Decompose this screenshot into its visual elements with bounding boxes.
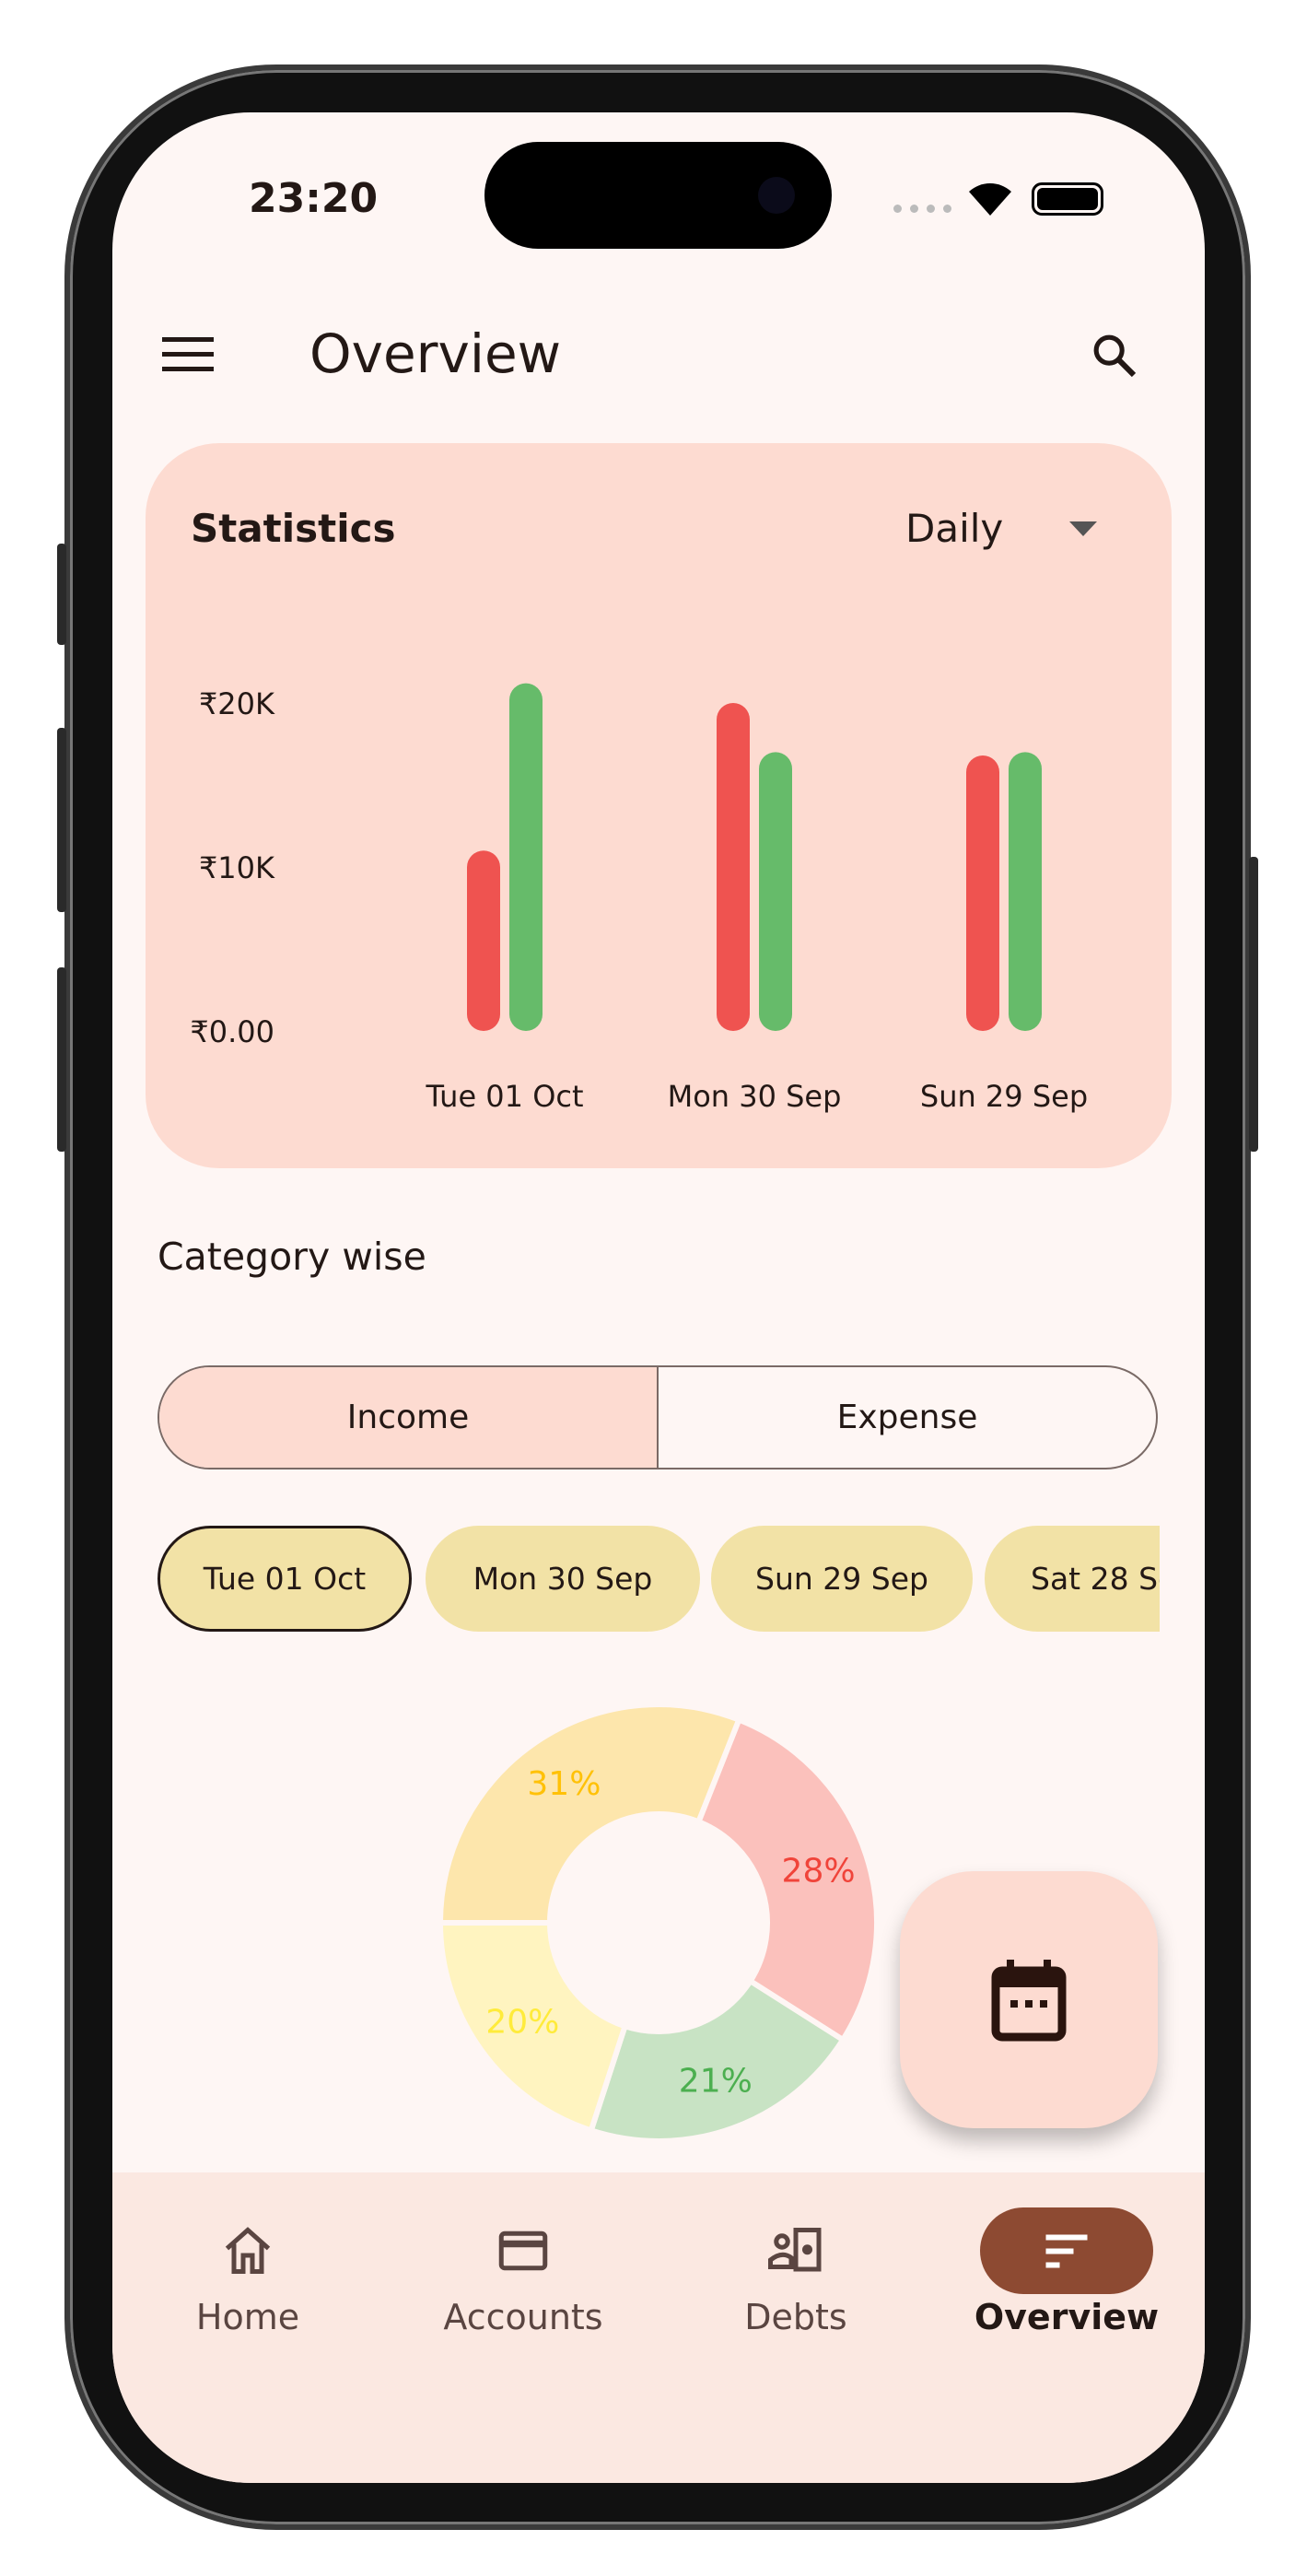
nav-accounts[interactable]: Accounts — [403, 2172, 643, 2412]
donut-slice-label: 31% — [527, 1765, 601, 1803]
nav-home[interactable]: Home — [128, 2172, 368, 2412]
date-chips: Tue 01 Oct Mon 30 Sep Sun 29 Sep Sat 28 … — [158, 112, 1160, 1679]
nav-overview[interactable]: Overview — [947, 2172, 1186, 2412]
donut-slice-label: 20% — [485, 2003, 559, 2041]
donut-slice-label: 21% — [679, 2063, 753, 2101]
nav-label: Home — [195, 2297, 300, 2337]
action-button — [57, 544, 66, 645]
donut-slice-label: 28% — [782, 1853, 856, 1891]
power-button — [1249, 857, 1258, 1152]
category-donut-chart: 28% 21% 20% 31% — [437, 1702, 880, 2144]
nav-label: Accounts — [443, 2297, 603, 2337]
home-icon — [225, 2227, 271, 2274]
volume-up-button — [57, 728, 66, 912]
nav-label: Debts — [744, 2297, 847, 2337]
bottom-navigation: Home Accounts Debts Overview — [112, 2172, 1205, 2483]
volume-down-button — [57, 967, 66, 1152]
sort-icon — [1045, 2234, 1088, 2268]
donut-slice — [437, 1702, 743, 1926]
nav-label: Overview — [974, 2297, 1160, 2337]
debts-icon — [768, 2228, 822, 2272]
app-screen: 23:20 Overview Statistics Daily ₹0.00 ₹10… — [112, 112, 1205, 2483]
credit-card-icon — [498, 2231, 548, 2271]
nav-debts[interactable]: Debts — [676, 2172, 916, 2412]
date-chip-selected[interactable]: Tue 01 Oct — [158, 1526, 412, 1632]
calendar-icon — [991, 1959, 1067, 2041]
date-chip[interactable]: Sun 29 Sep — [711, 1526, 973, 1632]
date-chip[interactable]: Mon 30 Sep — [426, 1526, 700, 1632]
calendar-fab[interactable] — [900, 1871, 1158, 2128]
date-chip[interactable]: Sat 28 Sep — [985, 1526, 1160, 1632]
